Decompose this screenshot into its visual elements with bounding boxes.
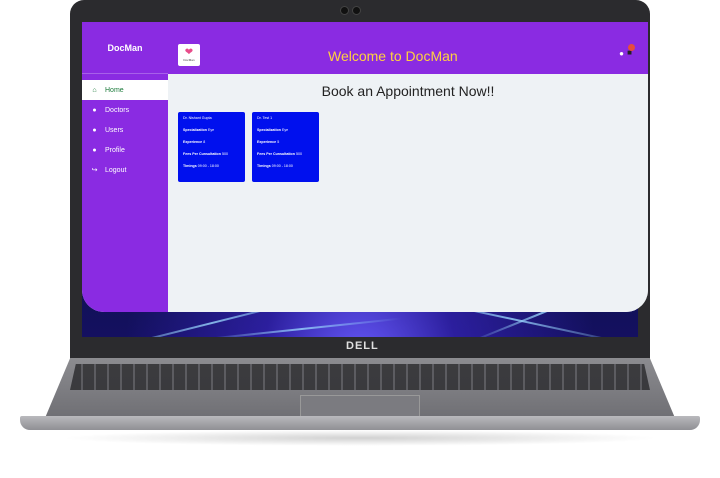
welcome-title: Welcome to DocMan <box>328 48 458 64</box>
sidebar-item-label: Logout <box>105 166 127 174</box>
main-content: Book an Appointment Now!! Dr. Nishant Gu… <box>168 74 648 312</box>
doctor-name: Dr. Test 1 <box>257 116 273 120</box>
experience-row: Experience 8 <box>183 140 206 144</box>
sidebar-item-label: Users <box>105 126 124 134</box>
timings-row: Timings 09:00 - 18:00 <box>257 164 293 168</box>
sidebar-brand: DocMan <box>82 22 168 74</box>
keyboard <box>70 364 650 390</box>
dell-logo: DELL <box>346 340 379 352</box>
sidebar-item-doctors[interactable]: ● Doctors <box>82 100 168 120</box>
sidebar-item-label: Home <box>105 86 124 94</box>
trackpad <box>300 395 420 417</box>
doctor-card[interactable]: Dr. Nishant Gupta Specialization Eye Exp… <box>178 112 245 182</box>
logout-icon: ↪ <box>91 167 98 174</box>
doctor-name: Dr. Nishant Gupta <box>183 116 212 120</box>
sidebar-item-home[interactable]: ⌂ Home <box>82 80 168 100</box>
webcam-icon <box>340 6 349 15</box>
logo-text: DocMan <box>183 58 195 62</box>
user-icon: ● <box>92 146 97 154</box>
sidebar: DocMan ⌂ Home ● Doctors ● Users ● Profil… <box>82 22 168 312</box>
sidebar-item-label: Profile <box>105 146 125 154</box>
user-icon: ● <box>92 106 97 114</box>
sidebar-item-profile[interactable]: ● Profile <box>82 140 168 160</box>
notification-badge <box>628 44 635 51</box>
bell-icon[interactable]: ● <box>619 49 624 58</box>
heart-icon: ❤ <box>184 47 194 58</box>
docman-app-window: DocMan ⌂ Home ● Doctors ● Users ● Profil… <box>82 22 648 312</box>
specialization-row: Specialization Eye <box>183 128 215 132</box>
sidebar-item-label: Doctors <box>105 106 130 114</box>
laptop-shadow <box>60 430 660 446</box>
timings-row: Timings 09:00 - 18:00 <box>183 164 219 168</box>
fees-row: Fees Per Cunsultation 500 <box>183 152 228 156</box>
fees-row: Fees Per Cunsultation 500 <box>257 152 302 156</box>
experience-row: Experience 5 <box>257 140 280 144</box>
specialization-row: Specialization Eye <box>257 128 289 132</box>
app-logo: ❤ DocMan <box>178 44 200 66</box>
sidebar-item-users[interactable]: ● Users <box>82 120 168 140</box>
sidebar-item-logout[interactable]: ↪ Logout <box>82 160 168 180</box>
page-title: Book an Appointment Now!! <box>321 83 495 99</box>
home-icon: ⌂ <box>92 86 97 94</box>
webcam-sensor-icon <box>352 6 361 15</box>
laptop-mockup: DocMan ⌂ Home ● Doctors ● Users ● Profil… <box>0 0 720 478</box>
laptop-front-edge <box>20 416 700 430</box>
header-bar: ❤ DocMan Welcome to DocMan ● ■ <box>168 22 648 74</box>
doctor-card[interactable]: Dr. Test 1 Specialization Eye Experience… <box>252 112 319 182</box>
user-icon: ● <box>92 126 97 134</box>
